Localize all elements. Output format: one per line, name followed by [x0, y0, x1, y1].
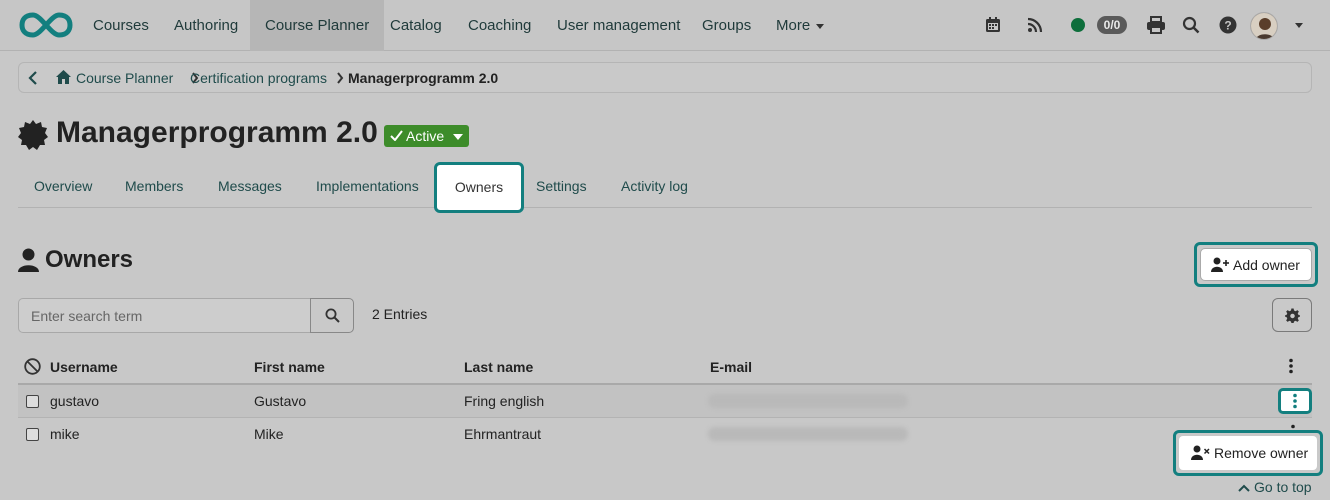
page-title: Managerprogramm 2.0 [56, 116, 378, 149]
row-actions-menu: Remove owner [1173, 430, 1323, 476]
nav-authoring[interactable]: Authoring [159, 0, 253, 51]
nav-more[interactable]: More [761, 0, 839, 51]
column-username[interactable]: Username [50, 359, 118, 375]
nav-groups[interactable]: Groups [687, 0, 766, 51]
table-settings-button[interactable] [1272, 298, 1312, 332]
search-button[interactable] [310, 298, 354, 333]
certificate-seal-icon [18, 120, 48, 150]
breadcrumb-certification-programs-label[interactable]: Certification programs [190, 70, 327, 86]
breadcrumb-current: Managerprogramm 2.0 [348, 70, 499, 86]
row-actions-button[interactable] [1278, 388, 1312, 414]
nav-course-planner[interactable]: Course Planner [250, 0, 385, 51]
help-icon[interactable]: ? [1217, 14, 1239, 36]
cell-username[interactable]: gustavo [50, 393, 99, 409]
chevron-up-icon [1238, 484, 1250, 492]
tab-owners[interactable]: Owners [434, 162, 524, 213]
breadcrumb-course-planner[interactable]: Course Planner [76, 70, 173, 86]
user-icon [18, 248, 39, 272]
cell-email-redacted [708, 394, 908, 408]
cell-username[interactable]: mike [50, 426, 80, 442]
add-owner-label: Add owner [1233, 257, 1300, 273]
rss-icon[interactable] [1024, 14, 1046, 36]
user-menu-chevron-icon[interactable] [1295, 23, 1303, 28]
nav-user-management[interactable]: User management [542, 0, 695, 51]
row-checkbox[interactable] [26, 395, 39, 408]
column-first-name[interactable]: First name [254, 359, 325, 375]
go-to-top-label: Go to top [1254, 479, 1312, 495]
user-avatar[interactable] [1250, 12, 1278, 40]
cell-email-redacted [708, 427, 908, 441]
user-plus-icon [1211, 257, 1229, 272]
cell-first-name: Mike [254, 426, 284, 442]
table-row: mike Mike Ehrmantraut [18, 418, 1312, 451]
user-remove-icon [1191, 445, 1210, 460]
search-icon[interactable] [1180, 14, 1202, 36]
entries-count: 2 Entries [372, 306, 428, 322]
top-navbar: Courses Authoring Course Planner Catalog… [0, 0, 1330, 51]
status-label: Active [406, 128, 445, 144]
nav-catalog[interactable]: Catalog [375, 0, 457, 51]
column-email[interactable]: E-mail [710, 359, 752, 375]
tab-settings[interactable]: Settings [536, 166, 587, 207]
add-owner-highlight: Add owner [1194, 242, 1318, 287]
more-vertical-icon [1293, 393, 1297, 409]
gear-icon [1284, 307, 1300, 323]
remove-owner-menu-item[interactable]: Remove owner [1179, 436, 1317, 470]
tab-bar: Overview Members Messages Implementation… [18, 166, 1312, 208]
check-icon [390, 130, 403, 141]
search-input[interactable] [18, 298, 311, 333]
chat-counter-badge[interactable]: 0/0 [1097, 16, 1127, 34]
tab-implementations[interactable]: Implementations [316, 166, 419, 207]
status-dropdown[interactable]: Active [384, 125, 469, 147]
tab-messages[interactable]: Messages [218, 166, 282, 207]
openolat-logo[interactable] [19, 11, 73, 39]
chevron-right-icon [337, 72, 344, 84]
tab-activity-log[interactable]: Activity log [621, 166, 688, 207]
tab-owners-label: Owners [454, 179, 504, 195]
svg-text:?: ? [1224, 19, 1231, 33]
tab-overview[interactable]: Overview [34, 166, 92, 207]
nav-more-label: More [776, 17, 811, 34]
add-owner-button[interactable]: Add owner [1200, 248, 1312, 281]
remove-owner-label: Remove owner [1214, 445, 1309, 461]
tab-members[interactable]: Members [125, 166, 183, 207]
go-to-top-link[interactable]: Go to top [1238, 479, 1312, 495]
breadcrumb: Course Planner Certification programs Ma… [18, 62, 1312, 93]
section-title: Owners [45, 246, 134, 273]
cell-last-name: Ehrmantraut [464, 426, 542, 442]
calendar-icon[interactable] [982, 14, 1004, 36]
column-options-icon[interactable] [1288, 358, 1294, 374]
table-row: gustavo Gustavo Fring english [18, 385, 1312, 418]
cell-last-name: Fring english [464, 393, 545, 409]
back-icon[interactable] [27, 70, 39, 86]
online-status-icon[interactable] [1071, 18, 1085, 32]
search-icon [325, 308, 340, 323]
column-last-name[interactable]: Last name [464, 359, 533, 375]
home-icon[interactable] [55, 69, 72, 85]
nav-courses[interactable]: Courses [78, 0, 164, 51]
cell-first-name: Gustavo [254, 393, 307, 409]
row-checkbox[interactable] [26, 428, 39, 441]
chevron-down-icon [816, 23, 825, 29]
deselect-all-icon[interactable] [24, 358, 41, 375]
print-icon[interactable] [1145, 14, 1167, 36]
chevron-down-icon [453, 134, 463, 140]
nav-coaching[interactable]: Coaching [453, 0, 546, 51]
